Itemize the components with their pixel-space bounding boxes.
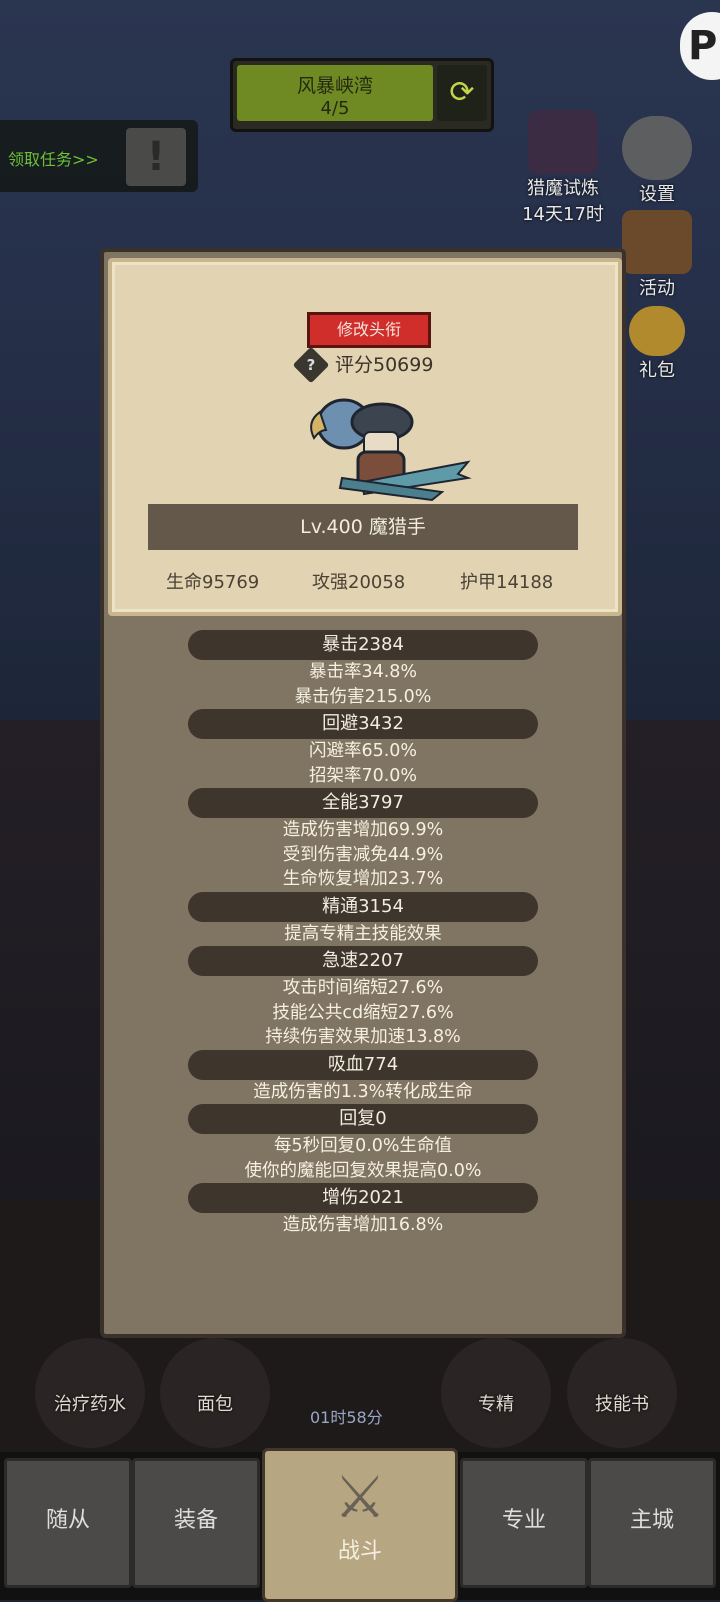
detail-line: 生命恢复增加23.7% <box>282 869 444 889</box>
settings-button[interactable]: 设置 <box>612 116 702 206</box>
detail-line: 造成伤害增加16.8% <box>282 1215 444 1235</box>
detail-line: 闪避率65.0% <box>308 741 418 761</box>
edit-title-button[interactable]: 修改头衔 <box>307 312 431 348</box>
detail-line: 招架率70.0% <box>308 765 418 786</box>
exclamation-icon: ! <box>126 128 186 186</box>
detail-line: 使你的魔能回复效果提高0.0% <box>244 1160 482 1181</box>
skill-book-button[interactable]: 技能书 <box>562 1338 682 1448</box>
stage-progress: 4/5 <box>320 98 350 119</box>
stat-hp: 生命95769 <box>166 572 260 593</box>
tab-main-city[interactable]: 主城 <box>588 1458 716 1588</box>
detail-line: 每5秒回复0.0%生命值 <box>273 1136 453 1156</box>
skill-book-label: 技能书 <box>595 1394 649 1415</box>
tab-battle-label: 战斗 <box>337 1539 382 1564</box>
bread-label: 面包 <box>197 1394 233 1415</box>
specialization-label: 专精 <box>478 1394 514 1415</box>
scroll-icon <box>622 210 692 274</box>
settings-label: 设置 <box>639 184 675 205</box>
stat-attack: 攻强20058 <box>312 572 406 593</box>
detail-line: 暴击伤害215.0% <box>294 686 432 707</box>
quest-panel[interactable]: 领取任务>> ! <box>0 120 198 192</box>
stage-name: 风暴峡湾 <box>296 75 373 97</box>
healing-potion-button[interactable]: 治疗药水 <box>30 1338 150 1448</box>
hero-stats-dialog: 修改头衔 ? 评分50699 Lv.400 魔猎手 生命95769 攻强2005… <box>100 248 626 1338</box>
hunt-trial-label: 猎魔试炼 <box>527 178 599 199</box>
refresh-icon[interactable]: ⟳ <box>437 65 487 121</box>
detail-line: 造成伤害的1.3%转化成生命 <box>253 1081 473 1102</box>
stage-info: 风暴峡湾 4/5 <box>237 65 433 121</box>
specialization-button[interactable]: 专精 <box>436 1338 556 1448</box>
tab-battle[interactable]: ⚔ 战斗 <box>262 1448 458 1602</box>
tab-equipment[interactable]: 装备 <box>132 1458 260 1588</box>
stat-detail-list: 暴击2384 暴击率34.8% 暴击伤害215.0% 回避3432 闪避率65.… <box>104 630 622 1238</box>
stat-armor: 护甲14188 <box>460 572 554 593</box>
detail-line: 提高专精主技能效果 <box>284 923 442 944</box>
level-name-bar: Lv.400 魔猎手 <box>148 504 578 550</box>
section-header-haste: 急速2207 <box>188 946 538 976</box>
hunt-trial-time: 14天17时 <box>522 204 604 225</box>
quest-label[interactable]: 领取任务>> <box>8 146 99 170</box>
section-header-mastery: 精通3154 <box>188 891 538 922</box>
section-header-damage-boost: 增伤2021 <box>188 1183 538 1213</box>
detail-line: 造成伤害增加69.9% <box>282 820 444 840</box>
crossed-swords-icon: ⚔ <box>334 1463 386 1531</box>
hunt-trial-button[interactable]: 猎魔试炼 14天17时 <box>518 110 608 226</box>
bottom-tab-bar: 随从 装备 ⚔ 战斗 专业 主城 <box>0 1448 720 1602</box>
stage-panel[interactable]: 风暴峡湾 4/5 ⟳ <box>230 58 494 132</box>
detail-line: 技能公共cd缩短27.6% <box>272 1002 454 1023</box>
section-header-lifesteal: 吸血774 <box>188 1049 538 1080</box>
detail-line: 持续伤害效果加速13.8% <box>265 1027 461 1047</box>
healing-potion-label: 治疗药水 <box>54 1394 126 1415</box>
hero-card: 修改头衔 ? 评分50699 Lv.400 魔猎手 生命95769 攻强2005… <box>108 258 622 616</box>
detail-line: 攻击时间缩短27.6% <box>282 978 444 998</box>
section-header-versatility: 全能3797 <box>188 788 538 818</box>
tab-profession[interactable]: 专业 <box>460 1458 588 1588</box>
demon-wing-icon <box>528 110 598 174</box>
bread-button[interactable]: 面包 <box>155 1338 275 1448</box>
section-header-dodge: 回避3432 <box>188 709 538 739</box>
gear-icon <box>622 116 692 180</box>
hero-portrait <box>310 398 472 502</box>
score-text: 评分50699 <box>335 354 434 376</box>
detail-line: 暴击率34.8% <box>308 662 418 682</box>
detail-line: 受到伤害减免44.9% <box>282 844 444 865</box>
section-header-regen: 回复0 <box>188 1104 538 1134</box>
section-header-crit: 暴击2384 <box>188 630 538 660</box>
tab-followers[interactable]: 随从 <box>4 1458 132 1588</box>
chest-timer: 01时58分 <box>310 1408 383 1427</box>
gift-icon <box>629 306 685 356</box>
help-icon[interactable]: ? <box>292 346 330 384</box>
